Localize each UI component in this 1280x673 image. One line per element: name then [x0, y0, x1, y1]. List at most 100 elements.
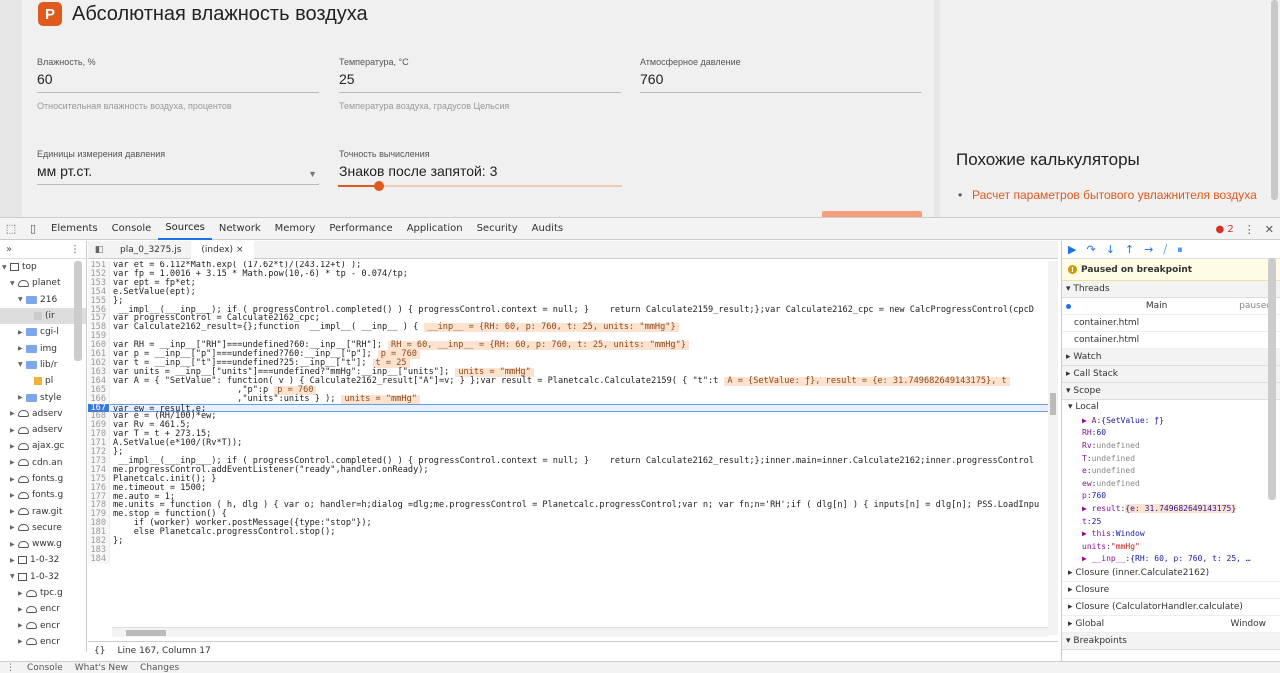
tree-item[interactable]: ▶ encr [0, 601, 86, 617]
threads-section-header[interactable]: ▾ Threads [1062, 281, 1280, 298]
code-line[interactable]: 183 [88, 546, 1050, 555]
code-line[interactable]: 171 A.SetValue(e*100/(Rv*T)); [88, 439, 1050, 449]
code-line[interactable]: 182}; [88, 537, 1050, 546]
tree-toggle-icon[interactable]: ▼ [18, 296, 26, 303]
editor-tab-pla-js[interactable]: pla_0_3275.js [110, 241, 191, 259]
tree-toggle-icon[interactable]: ▶ [10, 427, 18, 434]
scope-variable[interactable]: Rv: undefined [1062, 439, 1280, 452]
scope-variable[interactable]: ew: undefined [1062, 477, 1280, 490]
editor-horizontal-scrollbar-thumb[interactable] [126, 630, 166, 636]
code-line[interactable]: 166 ,"units":units } ); units = "mmHg" [88, 394, 1050, 404]
more-tabs-icon[interactable]: » [6, 244, 12, 255]
tree-toggle-icon[interactable]: ▶ [18, 590, 26, 597]
deactivate-breakpoints-icon[interactable]: ⧸ [1163, 243, 1167, 257]
humidity-input[interactable]: 60 [37, 71, 319, 93]
tab-security[interactable]: Security [470, 218, 525, 240]
breakpoints-section-header[interactable]: ▾ Breakpoints [1062, 633, 1280, 651]
scope-variable[interactable]: ▶ __inp__: {RH: 60, p: 760, t: 25, … [1062, 553, 1280, 566]
drawer-tab[interactable]: What's New [75, 663, 128, 673]
watch-section-header[interactable]: ▸ Watch [1062, 349, 1280, 366]
drawer-tab[interactable]: Changes [140, 663, 179, 673]
toggle-navigator-icon[interactable]: ◧ [88, 245, 110, 255]
closure-scope[interactable]: ▸ Closure (inner.Calculate2162) [1062, 565, 1280, 583]
local-scope-header[interactable]: ▾ Local [1062, 400, 1280, 414]
scope-variable[interactable]: RH: 60 [1062, 427, 1280, 440]
tree-item[interactable]: ▶ tpc.g [0, 585, 86, 601]
editor-vertical-scrollbar[interactable] [1048, 261, 1058, 635]
closure-scope[interactable]: ▸ Closure [1062, 582, 1280, 600]
tree-item[interactable]: ▶ fonts.g [0, 471, 86, 487]
tree-item[interactable]: ▶ 1-0-32 [0, 552, 86, 568]
tree-item[interactable]: ▶ secure [0, 520, 86, 536]
drawer-menu-icon[interactable]: ⋮ [6, 663, 15, 673]
thread-item[interactable]: container.html [1062, 315, 1280, 332]
scope-variable[interactable]: ▶ A: {SetValue: ƒ} [1062, 414, 1280, 427]
tab-application[interactable]: Application [400, 218, 470, 240]
tab-performance[interactable]: Performance [322, 218, 399, 240]
pressure-input[interactable]: 760 [640, 71, 922, 93]
editor-tab-index[interactable]: (index) × [191, 240, 254, 259]
close-icon[interactable]: ✕ [1265, 223, 1274, 236]
code-line[interactable]: 158 var Calculate2162_result={};function … [88, 323, 1050, 333]
navigator-scrollbar[interactable] [74, 261, 82, 361]
scope-variable[interactable]: t: 25 [1062, 515, 1280, 528]
temperature-input[interactable]: 25 [339, 71, 621, 93]
code-line[interactable]: 153 var ept = fp*et; [88, 278, 1050, 288]
pause-on-exceptions-icon[interactable]: ⏸ [1177, 243, 1183, 257]
pressure-field[interactable]: Атмосферное давление 760 [640, 57, 922, 93]
step-icon[interactable]: → [1144, 243, 1153, 256]
tree-item[interactable]: ▶ encr [0, 618, 86, 634]
editor-vertical-scrollbar-thumb[interactable] [1050, 393, 1056, 415]
tab-sources[interactable]: Sources [158, 218, 212, 240]
code-line[interactable]: 152 var fp = 1.0016 + 3.15 * Math.pow(10,… [88, 269, 1050, 279]
tree-toggle-icon[interactable]: ▼ [10, 280, 18, 287]
precision-slider-thumb[interactable] [374, 181, 384, 191]
tree-toggle-icon[interactable]: ▼ [10, 573, 18, 580]
inspect-element-icon[interactable]: ⬚ [0, 218, 22, 240]
tree-toggle-icon[interactable]: ▶ [18, 345, 26, 352]
scope-section-header[interactable]: ▾ Scope [1062, 383, 1280, 400]
tree-item[interactable]: ▶ fonts.g [0, 487, 86, 503]
code-line[interactable]: 184 [88, 554, 1050, 564]
close-tab-icon[interactable]: × [236, 245, 244, 255]
tab-console[interactable]: Console [105, 218, 159, 240]
temperature-field[interactable]: Температура, °C 25 Температура воздуха, … [339, 57, 621, 111]
tree-toggle-icon[interactable]: ▶ [10, 459, 18, 466]
scope-variable[interactable]: e: undefined [1062, 464, 1280, 477]
tree-item[interactable]: pl [0, 373, 86, 389]
tree-toggle-icon[interactable]: ▶ [10, 476, 18, 483]
tree-toggle-icon[interactable]: ▶ [18, 329, 26, 336]
code-line[interactable]: 154 e.SetValue(ept); [88, 287, 1050, 297]
tab-audits[interactable]: Audits [525, 218, 570, 240]
pretty-print-icon[interactable]: {} [94, 646, 105, 656]
tree-toggle-icon[interactable]: ▶ [10, 492, 18, 499]
step-out-icon[interactable]: ↑ [1125, 243, 1134, 256]
tree-item[interactable]: ▶ style [0, 389, 86, 405]
scope-variable[interactable]: ▶ this: Window [1062, 527, 1280, 540]
tree-toggle-icon[interactable]: ▶ [18, 394, 26, 401]
code-line[interactable]: 169 var Rv = 461.5; [88, 421, 1050, 431]
tree-toggle-icon[interactable]: ▼ [18, 361, 26, 368]
thread-item[interactable]: Main paused [1062, 298, 1280, 315]
device-toolbar-icon[interactable]: ▯ [22, 218, 44, 240]
similar-calculator-link[interactable]: Расчет параметров бытового увлажнителя в… [958, 188, 1262, 202]
tree-item[interactable]: ▼ 1-0-32 [0, 569, 86, 585]
tree-item[interactable]: ▶ adserv [0, 406, 86, 422]
code-line[interactable]: 176 me.timeout = 1500; [88, 483, 1050, 493]
tree-toggle-icon[interactable]: ▶ [10, 410, 18, 417]
page-scrollbar-thumb[interactable] [1271, 0, 1278, 200]
humidity-field[interactable]: Влажность, % 60 Относительная влажность … [37, 57, 319, 111]
tree-toggle-icon[interactable]: ▶ [18, 622, 26, 629]
precision-field[interactable]: Точность вычисления Знаков после запятой… [339, 149, 621, 185]
closure-scope[interactable]: ▸ Global Window [1062, 616, 1280, 634]
code-line[interactable]: 181 else Planetcalc.progressControl.stop… [88, 528, 1050, 538]
step-over-icon[interactable]: ↷ [1086, 243, 1095, 256]
tab-memory[interactable]: Memory [268, 218, 323, 240]
debugger-scrollbar[interactable] [1268, 258, 1276, 500]
tree-item[interactable]: ▶ www.g [0, 536, 86, 552]
tree-item[interactable]: ▶ adserv [0, 422, 86, 438]
tree-item[interactable]: ▶ encr [0, 634, 86, 650]
tree-item[interactable]: ▶ raw.git [0, 503, 86, 519]
scope-variable[interactable]: ▶ result: {e: 31.749682649143175} [1062, 502, 1280, 515]
code-line[interactable]: 175 Planetcalc.init(); } [88, 474, 1050, 484]
